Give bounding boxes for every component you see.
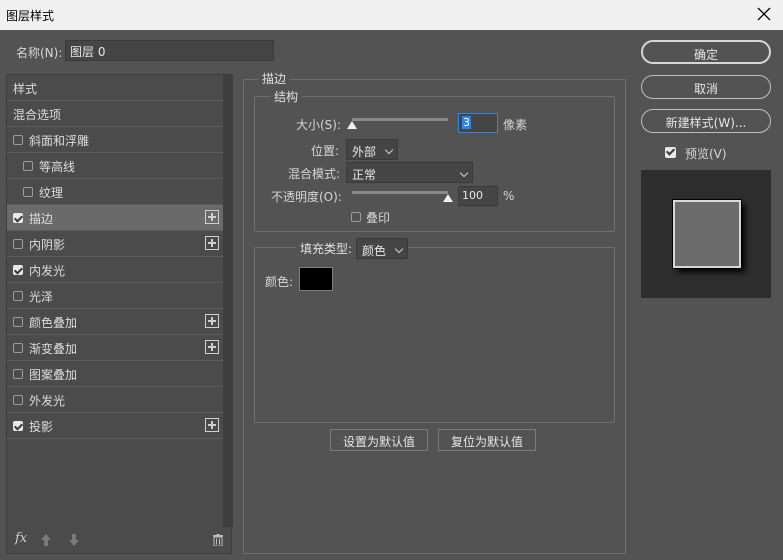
style-item-checkbox[interactable] xyxy=(13,265,23,275)
style-item[interactable]: 外发光 xyxy=(7,387,223,413)
style-item[interactable]: 图案叠加 xyxy=(7,361,223,387)
name-input[interactable]: 图层 0 xyxy=(65,40,274,61)
window-title: 图层样式 xyxy=(6,9,55,23)
opacity-input[interactable]: 100 xyxy=(458,186,498,206)
name-label: 名称(N): xyxy=(16,46,63,60)
overprint-label: 叠印 xyxy=(366,211,391,225)
style-item-checkbox[interactable] xyxy=(13,291,23,301)
styles-toolbar: fx xyxy=(7,527,233,555)
reset-default-button[interactable]: 复位为默认值 xyxy=(438,429,536,451)
style-item[interactable]: 渐变叠加 xyxy=(7,335,223,361)
opacity-slider-thumb[interactable] xyxy=(443,194,453,202)
style-item-checkbox[interactable] xyxy=(13,369,23,379)
position-select-value: 外部 xyxy=(352,145,377,159)
preview-checkbox[interactable] xyxy=(665,147,676,158)
blend-mode-select[interactable]: 正常 xyxy=(346,162,473,183)
style-item-checkbox[interactable] xyxy=(13,213,23,223)
style-item-label: 样式 xyxy=(13,82,38,96)
structure-section-title: 结构 xyxy=(270,88,303,105)
size-unit-label: 像素 xyxy=(503,118,528,132)
style-item-label: 混合选项 xyxy=(13,108,62,122)
style-item-checkbox[interactable] xyxy=(23,161,33,171)
style-item-label: 纹理 xyxy=(39,186,64,200)
title-bar: 图层样式 xyxy=(0,0,783,30)
add-effect-icon[interactable] xyxy=(205,210,219,224)
style-item-label: 斜面和浮雕 xyxy=(29,134,90,148)
add-effect-icon[interactable] xyxy=(205,314,219,328)
opacity-label: 不透明度(O): xyxy=(271,190,342,204)
preview-label: 预览(V) xyxy=(685,147,727,161)
ok-button[interactable]: 确定 xyxy=(641,40,771,64)
style-item[interactable]: 内发光 xyxy=(7,257,223,283)
fill-type-label: 填充类型: xyxy=(296,240,357,257)
style-item-checkbox[interactable] xyxy=(13,239,23,249)
fx-icon[interactable]: fx xyxy=(15,531,27,546)
overprint-checkbox[interactable] xyxy=(351,212,361,222)
trash-icon[interactable] xyxy=(213,534,223,546)
blend-mode-select-value: 正常 xyxy=(352,168,377,182)
style-item-label: 投影 xyxy=(29,420,54,434)
new-style-button[interactable]: 新建样式(W)... xyxy=(641,109,771,133)
add-effect-icon[interactable] xyxy=(205,418,219,432)
style-item[interactable]: 内阴影 xyxy=(7,231,223,257)
position-label: 位置: xyxy=(311,144,340,158)
fill-type-select[interactable]: 颜色 xyxy=(356,238,408,259)
size-input[interactable]: 3 xyxy=(458,113,498,133)
blend-mode-label: 混合模式: xyxy=(288,167,341,181)
style-item[interactable]: 样式 xyxy=(7,75,223,101)
size-label: 大小(S): xyxy=(296,118,342,132)
style-item-label: 描边 xyxy=(29,212,54,226)
add-effect-icon[interactable] xyxy=(205,340,219,354)
opacity-unit-label: % xyxy=(503,189,515,203)
chevron-down-icon xyxy=(394,244,404,254)
color-swatch[interactable] xyxy=(299,267,333,291)
style-item[interactable]: 描边 xyxy=(7,205,223,231)
make-default-button[interactable]: 设置为默认值 xyxy=(330,429,428,451)
style-item-label: 外发光 xyxy=(29,394,66,408)
move-down-icon[interactable] xyxy=(69,534,79,546)
style-item-label: 颜色叠加 xyxy=(29,316,78,330)
opacity-slider-track[interactable] xyxy=(352,191,448,194)
style-item[interactable]: 纹理 xyxy=(7,179,223,205)
style-item[interactable]: 斜面和浮雕 xyxy=(7,127,223,153)
size-input-value: 3 xyxy=(462,116,471,129)
style-item-checkbox[interactable] xyxy=(23,187,33,197)
cancel-button[interactable]: 取消 xyxy=(641,75,771,99)
style-item-label: 光泽 xyxy=(29,290,54,304)
style-item-checkbox[interactable] xyxy=(13,317,23,327)
style-item-checkbox[interactable] xyxy=(13,343,23,353)
style-item-label: 渐变叠加 xyxy=(29,342,78,356)
fill-type-select-value: 颜色 xyxy=(362,244,387,258)
style-item[interactable]: 颜色叠加 xyxy=(7,309,223,335)
style-item-label: 内发光 xyxy=(29,264,66,278)
add-effect-icon[interactable] xyxy=(205,236,219,250)
styles-list-panel: 样式混合选项斜面和浮雕等高线纹理描边内阴影内发光光泽颜色叠加渐变叠加图案叠加外发… xyxy=(6,74,233,555)
style-item-checkbox[interactable] xyxy=(13,135,23,145)
position-select[interactable]: 外部 xyxy=(346,139,398,160)
scrollbar[interactable] xyxy=(223,75,233,527)
style-item[interactable]: 光泽 xyxy=(7,283,223,309)
style-item-checkbox[interactable] xyxy=(13,421,23,431)
size-slider-thumb[interactable] xyxy=(347,121,357,129)
color-label: 颜色: xyxy=(265,275,294,289)
move-up-icon[interactable] xyxy=(41,534,51,546)
style-item-label: 图案叠加 xyxy=(29,368,78,382)
style-item-label: 内阴影 xyxy=(29,238,66,252)
chevron-down-icon xyxy=(459,168,469,178)
chevron-down-icon xyxy=(384,145,394,155)
size-slider-track[interactable] xyxy=(352,118,448,121)
style-item[interactable]: 混合选项 xyxy=(7,101,223,127)
preview-thumbnail xyxy=(673,200,741,268)
style-item-checkbox[interactable] xyxy=(13,395,23,405)
close-icon[interactable] xyxy=(755,5,773,23)
style-item[interactable]: 等高线 xyxy=(7,153,223,179)
style-preview xyxy=(641,170,771,298)
style-item[interactable]: 投影 xyxy=(7,413,223,439)
stroke-section-title: 描边 xyxy=(258,70,291,87)
style-item-label: 等高线 xyxy=(39,160,76,174)
